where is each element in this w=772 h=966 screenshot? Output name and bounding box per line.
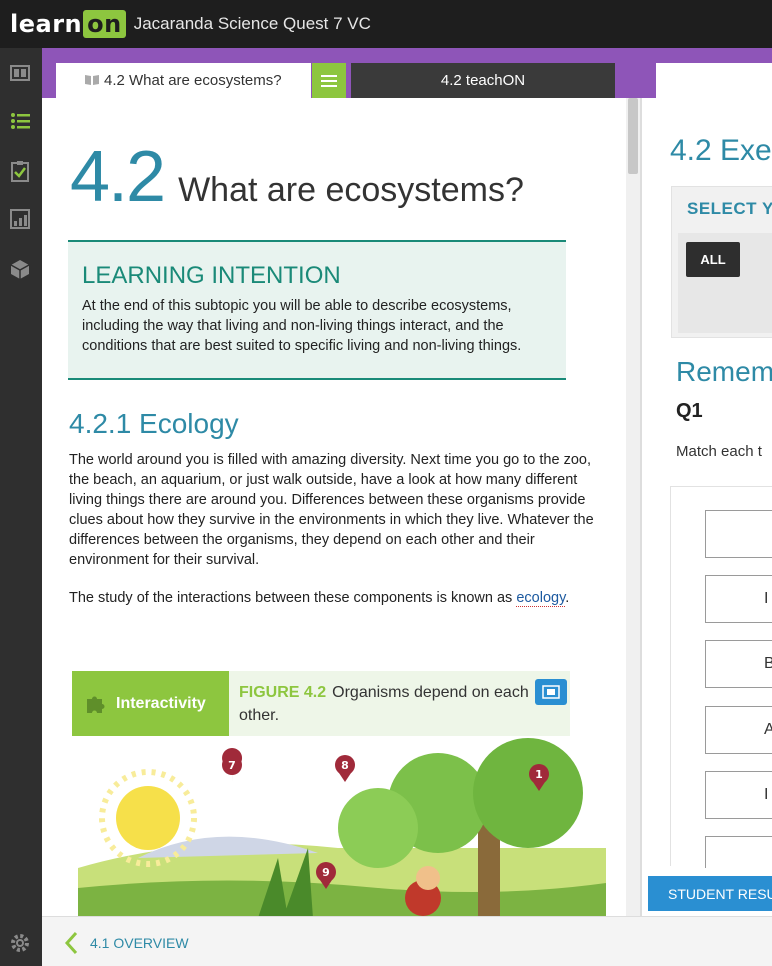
logo-learn-text: learn bbox=[10, 10, 83, 38]
figure-caption: FIGURE 4.2 Organisms depend on each other… bbox=[239, 681, 529, 727]
select-label: SELECT YO bbox=[687, 199, 772, 218]
sidebar bbox=[0, 48, 42, 966]
figure-label: FIGURE 4.2 bbox=[239, 684, 327, 701]
paragraph-end: . bbox=[565, 590, 570, 606]
figure-header: Interactivity FIGURE 4.2 Organisms depend… bbox=[72, 671, 570, 736]
learnon-logo[interactable]: learn on bbox=[10, 10, 126, 38]
learning-intention-box: LEARNING INTENTION At the end of this su… bbox=[68, 240, 566, 380]
open-book-icon bbox=[85, 75, 99, 85]
content-scrollbar[interactable] bbox=[626, 98, 640, 916]
ecology-glossary-link[interactable]: ecology bbox=[516, 590, 566, 607]
section-number: 4.2 bbox=[70, 137, 166, 217]
match-box[interactable]: I bbox=[705, 575, 772, 623]
body-paragraph: The world around you is filled with amaz… bbox=[69, 452, 594, 568]
match-box[interactable]: I bbox=[705, 771, 772, 819]
subsection-heading: 4.2.1 Ecology bbox=[69, 408, 239, 439]
select-filter-box: SELECT YO ALL bbox=[671, 186, 772, 338]
match-box[interactable] bbox=[705, 836, 772, 868]
page-title: 4.2 What are ecosystems? bbox=[70, 136, 524, 218]
chevron-left-icon bbox=[64, 931, 78, 955]
tab-label: 4.2 What are ecosystems? bbox=[104, 72, 282, 89]
exercise-tab[interactable] bbox=[656, 63, 772, 98]
match-box[interactable]: Al bbox=[705, 706, 772, 754]
tab-what-are-ecosystems[interactable]: 4.2 What are ecosystems? bbox=[56, 63, 311, 98]
learning-intention-heading: LEARNING INTENTION bbox=[82, 262, 341, 289]
scrollbar-thumb[interactable] bbox=[628, 98, 638, 174]
student-results-button[interactable]: STUDENT RESUL bbox=[648, 876, 772, 911]
interactivity-label: Interactivity bbox=[116, 694, 206, 712]
exercise-title: 4.2 Exer bbox=[670, 134, 772, 167]
svg-text:9: 9 bbox=[322, 866, 330, 879]
checklist-icon[interactable] bbox=[9, 160, 31, 182]
match-box[interactable]: B bbox=[705, 640, 772, 688]
section-title: What are ecosystems? bbox=[178, 171, 524, 209]
body-paragraph-ecology: The study of the interactions between th… bbox=[69, 588, 614, 608]
top-bar: learn on Jacaranda Science Quest 7 VC bbox=[0, 0, 772, 48]
remember-heading: Remem bbox=[676, 356, 772, 387]
tab-teachon[interactable]: 4.2 teachON bbox=[351, 63, 615, 98]
gear-icon[interactable] bbox=[9, 932, 31, 954]
ecosystem-illustration[interactable]: 7 8 1 9 bbox=[78, 738, 606, 916]
all-button[interactable]: ALL bbox=[686, 242, 740, 277]
question-number: Q1 bbox=[676, 400, 703, 422]
exercise-panel: 4.2 Exer SELECT YO ALL Remem Q1 Match ea… bbox=[642, 98, 772, 868]
menu-button[interactable] bbox=[312, 63, 346, 98]
lesson-content: 4.2 What are ecosystems? LEARNING INTENT… bbox=[42, 98, 626, 916]
svg-text:1: 1 bbox=[535, 768, 543, 781]
question-instruction: Match each t bbox=[676, 443, 762, 460]
sun-shape bbox=[116, 786, 180, 850]
previous-topic-link[interactable]: 4.1 OVERVIEW bbox=[64, 931, 189, 955]
learning-intention-text: At the end of this subtopic you will be … bbox=[82, 298, 522, 354]
svg-text:8: 8 bbox=[341, 759, 349, 772]
package-icon[interactable] bbox=[9, 258, 31, 280]
previous-topic-label: 4.1 OVERVIEW bbox=[90, 935, 189, 951]
bottom-nav: 4.1 OVERVIEW bbox=[42, 916, 772, 966]
menu-icon bbox=[321, 74, 337, 87]
svg-text:7: 7 bbox=[228, 759, 236, 772]
puzzle-icon bbox=[87, 696, 105, 713]
expand-icon bbox=[542, 685, 560, 699]
expand-button[interactable] bbox=[535, 679, 567, 705]
list-icon[interactable] bbox=[9, 110, 31, 132]
book-icon[interactable] bbox=[9, 62, 31, 84]
app-title: Jacaranda Science Quest 7 VC bbox=[133, 14, 371, 33]
paragraph-text: The study of the interactions between th… bbox=[69, 590, 517, 606]
interactivity-tag[interactable]: Interactivity bbox=[72, 671, 229, 736]
logo-on-text: on bbox=[83, 10, 126, 38]
chart-icon[interactable] bbox=[9, 208, 31, 230]
match-box[interactable] bbox=[705, 510, 772, 558]
